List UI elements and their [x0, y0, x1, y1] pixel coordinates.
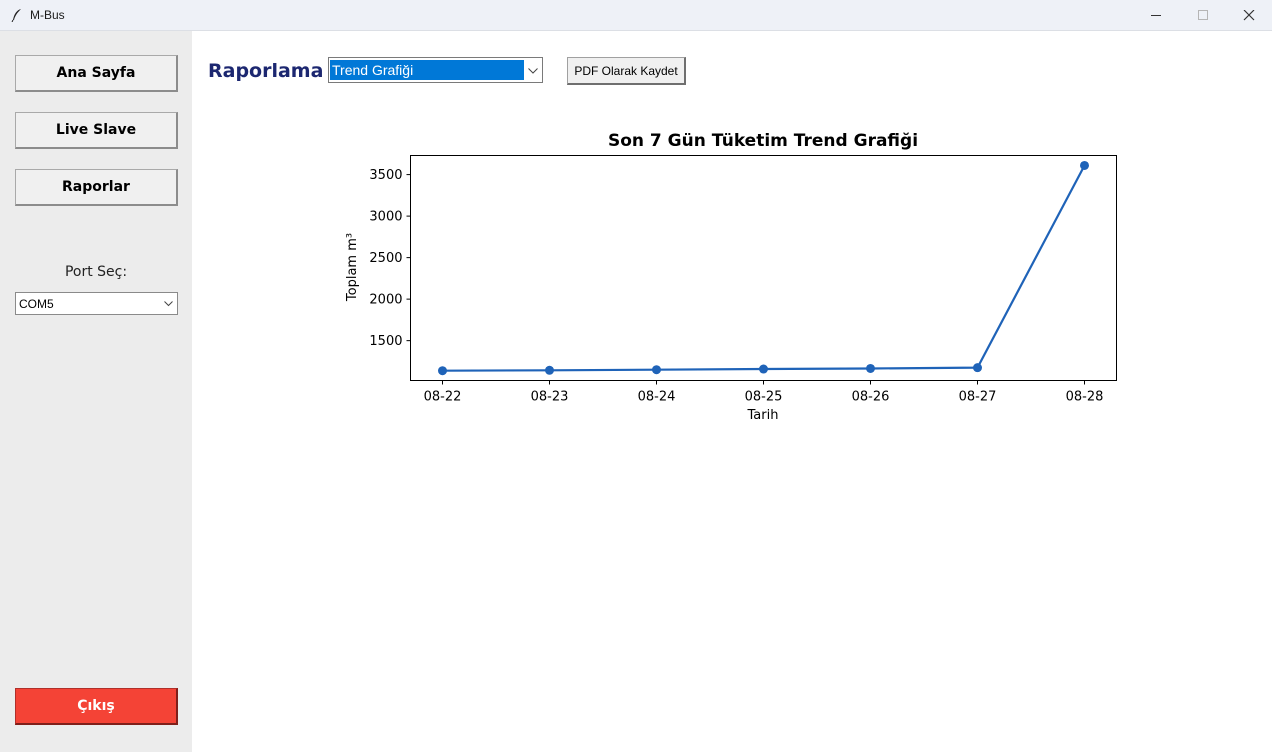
y-tick-label: 1500 — [369, 334, 402, 349]
y-axis-label: Toplam m³ — [345, 233, 360, 302]
page-title: Raporlama — [208, 60, 324, 82]
chevron-down-icon — [164, 301, 173, 307]
close-button[interactable] — [1226, 0, 1272, 31]
x-tick-label: 08-23 — [531, 390, 569, 405]
window-title: M-Bus — [30, 8, 65, 22]
data-point — [759, 364, 768, 374]
port-select[interactable]: COM5 — [15, 292, 178, 315]
series-line — [442, 164, 1086, 372]
y-tick-label: 3000 — [369, 210, 402, 225]
feather-icon — [11, 9, 21, 22]
y-tick-label: 3500 — [369, 168, 402, 183]
exit-button[interactable]: Çıkış — [15, 688, 178, 725]
trend-chart: Son 7 Gün Tüketim Trend Grafiği Toplam m… — [345, 131, 1117, 423]
x-tick-label: 08-26 — [852, 390, 890, 405]
chevron-down-icon — [528, 68, 538, 74]
minimize-button[interactable] — [1133, 0, 1179, 31]
reports-button[interactable]: Raporlar — [15, 169, 178, 206]
data-point — [652, 365, 661, 375]
x-axis-label: Tarih — [747, 408, 779, 423]
port-select-value: COM5 — [19, 297, 54, 311]
maximize-icon — [1198, 10, 1208, 20]
data-point — [973, 363, 982, 373]
x-tick-label: 08-27 — [959, 390, 997, 405]
plot-area — [410, 155, 1117, 381]
report-type-select[interactable]: Trend Grafiği — [328, 57, 543, 83]
report-type-value: Trend Grafiği — [330, 60, 524, 80]
save-pdf-button[interactable]: PDF Olarak Kaydet — [567, 57, 686, 85]
chart-title: Son 7 Gün Tüketim Trend Grafiği — [608, 131, 918, 151]
data-point — [545, 365, 554, 375]
sidebar: Ana Sayfa Live Slave Raporlar Port Seç: … — [0, 31, 192, 752]
minimize-icon — [1151, 15, 1161, 16]
x-tick-label: 08-22 — [424, 390, 462, 405]
x-tick-label: 08-24 — [638, 390, 676, 405]
data-point — [866, 363, 875, 373]
y-tick-label: 2500 — [369, 251, 402, 266]
title-bar: M-Bus — [0, 0, 1272, 31]
chart-marks: 1500 2000 2500 3000 3500 08-22 08-23 08-24 08-25… — [369, 160, 1104, 405]
port-label: Port Seç: — [64, 264, 128, 280]
data-point — [438, 366, 447, 376]
x-tick-label: 08-25 — [745, 390, 783, 405]
x-tick-label: 08-28 — [1066, 390, 1104, 405]
close-icon — [1243, 10, 1255, 21]
live-slave-button[interactable]: Live Slave — [15, 112, 178, 149]
home-button[interactable]: Ana Sayfa — [15, 55, 178, 92]
data-point — [1080, 160, 1089, 170]
maximize-button[interactable] — [1180, 0, 1226, 31]
y-tick-label: 2000 — [369, 293, 402, 308]
